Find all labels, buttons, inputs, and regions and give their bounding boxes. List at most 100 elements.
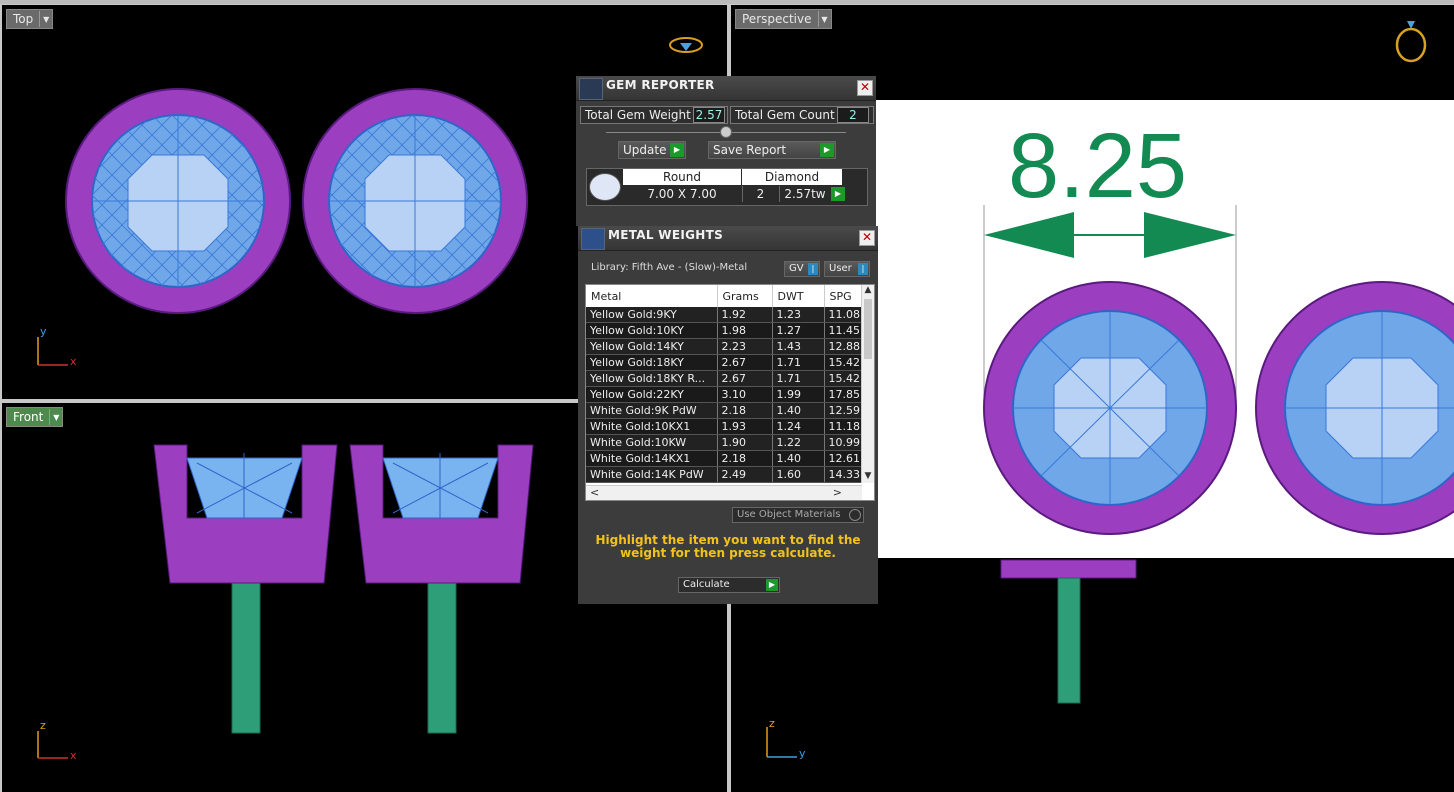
table-row[interactable]: White Gold:9K PdW 2.18 1.40 12.59 <box>586 402 863 419</box>
horizontal-scrollbar[interactable]: < > <box>586 485 862 500</box>
dwt-cell: 1.43 <box>772 338 825 355</box>
spg-cell: 15.42 <box>824 370 863 387</box>
col-grams[interactable]: Grams <box>717 285 773 307</box>
dwt-cell: 1.27 <box>772 322 825 339</box>
table-row[interactable]: White Gold:14KX1 2.18 1.40 12.61 <box>586 450 863 467</box>
dwt-cell: 1.71 <box>772 354 825 371</box>
scroll-down-icon[interactable]: ▼ <box>862 471 874 483</box>
grams-cell: 2.49 <box>717 466 773 483</box>
close-icon[interactable]: ✕ <box>859 230 875 246</box>
spg-cell: 12.61 <box>824 450 863 467</box>
dimension-drawing <box>983 205 1454 535</box>
metal-table: Metal Grams DWT SPG Yellow Gold:9KY 1.92 1… <box>586 285 863 483</box>
gem-weight: 2.57tw <box>779 186 830 202</box>
gem-shape-header: Round <box>623 169 741 185</box>
metal-cell: White Gold:10KX1 <box>586 418 718 435</box>
gem-size: 7.00 X 7.00 <box>647 187 717 201</box>
table-row[interactable]: Yellow Gold:10KY 1.98 1.27 11.45 <box>586 322 863 339</box>
metal-cell: Yellow Gold:22KY <box>586 386 718 403</box>
metal-weights-titlebar[interactable]: METAL WEIGHTS ✕ <box>578 226 878 251</box>
play-icon: ▶ <box>670 143 684 157</box>
metal-cell: Yellow Gold:10KY <box>586 322 718 339</box>
col-metal[interactable]: Metal <box>586 285 718 307</box>
dimension-overlay: 8.25 <box>876 100 1454 558</box>
spg-cell: 11.18 <box>824 418 863 435</box>
metal-cell: White Gold:14K PdW <box>586 466 718 483</box>
earring-top-right <box>302 88 528 314</box>
close-icon[interactable]: ✕ <box>857 80 873 96</box>
dwt-cell: 1.23 <box>772 307 825 323</box>
table-row[interactable]: White Gold:10KX1 1.93 1.24 11.18 <box>586 418 863 435</box>
user-label: User <box>829 263 852 274</box>
gv-toggle[interactable]: GV | <box>784 261 820 277</box>
gem-reporter-titlebar[interactable]: GEM REPORTER ✕ <box>576 76 876 101</box>
grams-cell: 2.23 <box>717 338 773 355</box>
axis-gizmo-perspective <box>766 727 797 758</box>
grams-cell: 1.93 <box>717 418 773 435</box>
scroll-right-icon[interactable]: > <box>833 486 842 499</box>
table-row[interactable]: Yellow Gold:22KY 3.10 1.99 17.85 <box>586 386 863 403</box>
table-row[interactable]: White Gold:14K PdW 2.49 1.60 14.33 <box>586 466 863 483</box>
col-spg[interactable]: SPG <box>824 285 863 307</box>
use-object-materials-button[interactable]: Use Object Materials <box>732 507 864 523</box>
axis-gizmo-front <box>37 731 68 759</box>
grams-cell: 2.67 <box>717 354 773 371</box>
gv-label: GV <box>789 263 804 274</box>
update-label: Update <box>623 143 667 157</box>
calculate-label: Calculate <box>683 579 730 590</box>
spg-cell: 12.88 <box>824 338 863 355</box>
table-row[interactable]: Yellow Gold:9KY 1.92 1.23 11.08 <box>586 307 863 323</box>
ring-icon-perspective <box>1395 21 1427 63</box>
ring-icon-top <box>669 37 703 53</box>
gem-reporter-title: GEM REPORTER <box>606 78 715 92</box>
grams-cell: 2.18 <box>717 402 773 419</box>
save-report-label: Save Report <box>713 143 787 157</box>
table-row[interactable]: White Gold:10KW 1.90 1.22 10.99 <box>586 434 863 451</box>
update-button[interactable]: Update ▶ <box>618 141 686 159</box>
gem-reporter-panel: GEM REPORTER ✕ Total Gem Weight 2.57 Tot… <box>576 76 876 226</box>
scroll-thumb[interactable] <box>864 299 872 359</box>
spg-cell: 12.59 <box>824 402 863 419</box>
metal-cell: Yellow Gold:18KY <box>586 354 718 371</box>
splitter-handle-icon[interactable] <box>720 126 732 138</box>
spg-cell: 15.42 <box>824 354 863 371</box>
metal-cell: Yellow Gold:14KY <box>586 338 718 355</box>
gem-material-header: Diamond <box>742 169 842 185</box>
table-row[interactable]: Yellow Gold:18KY 2.67 1.71 15.42 <box>586 354 863 371</box>
save-report-button[interactable]: Save Report ▶ <box>708 141 836 159</box>
metal-weights-panel: METAL WEIGHTS ✕ Library: Fifth Ave - (Sl… <box>578 226 878 604</box>
spg-cell: 11.08 <box>824 307 863 323</box>
gem-shape-icon <box>589 173 621 201</box>
use-object-materials-label: Use Object Materials <box>737 509 841 520</box>
axis-label-y: y <box>40 325 47 338</box>
dwt-cell: 1.40 <box>772 450 825 467</box>
metal-table-container[interactable]: Metal Grams DWT SPG Yellow Gold:9KY 1.92 1… <box>585 284 875 501</box>
axis-gizmo-top <box>37 337 68 366</box>
metal-weights-logo-icon <box>581 228 605 250</box>
earring-top-left <box>65 88 291 314</box>
col-dwt[interactable]: DWT <box>772 285 825 307</box>
play-icon: ▶ <box>820 143 834 157</box>
table-row[interactable]: Yellow Gold:14KY 2.23 1.43 12.88 <box>586 338 863 355</box>
table-row[interactable]: Yellow Gold:18KY R... 2.67 1.71 15.42 <box>586 370 863 387</box>
earring-front-right <box>349 444 534 734</box>
gem-table[interactable]: Round Diamond 7.00 X 7.00 2 2.57tw ▶ <box>586 168 868 206</box>
scroll-left-icon[interactable]: < <box>590 486 599 499</box>
metal-cell: White Gold:10KW <box>586 434 718 451</box>
user-toggle[interactable]: User | <box>824 261 870 277</box>
axis-label-x: x <box>70 355 77 368</box>
calculate-button[interactable]: Calculate ▶ <box>678 577 780 593</box>
dwt-cell: 1.24 <box>772 418 825 435</box>
metal-cell: White Gold:9K PdW <box>586 402 718 419</box>
scroll-up-icon[interactable]: ▲ <box>862 285 874 297</box>
axis-label-y: y <box>799 747 806 760</box>
gem-reporter-logo-icon <box>579 78 603 100</box>
axis-label-x: x <box>70 749 77 762</box>
spg-cell: 17.85 <box>824 386 863 403</box>
spg-cell: 14.33 <box>824 466 863 483</box>
grams-cell: 1.98 <box>717 322 773 339</box>
vertical-scrollbar[interactable]: ▲ ▼ <box>861 285 874 483</box>
metal-cell: White Gold:14KX1 <box>586 450 718 467</box>
gem-row-play-icon[interactable]: ▶ <box>831 187 845 201</box>
instruction-text: Highlight the item you want to find the … <box>595 533 861 560</box>
